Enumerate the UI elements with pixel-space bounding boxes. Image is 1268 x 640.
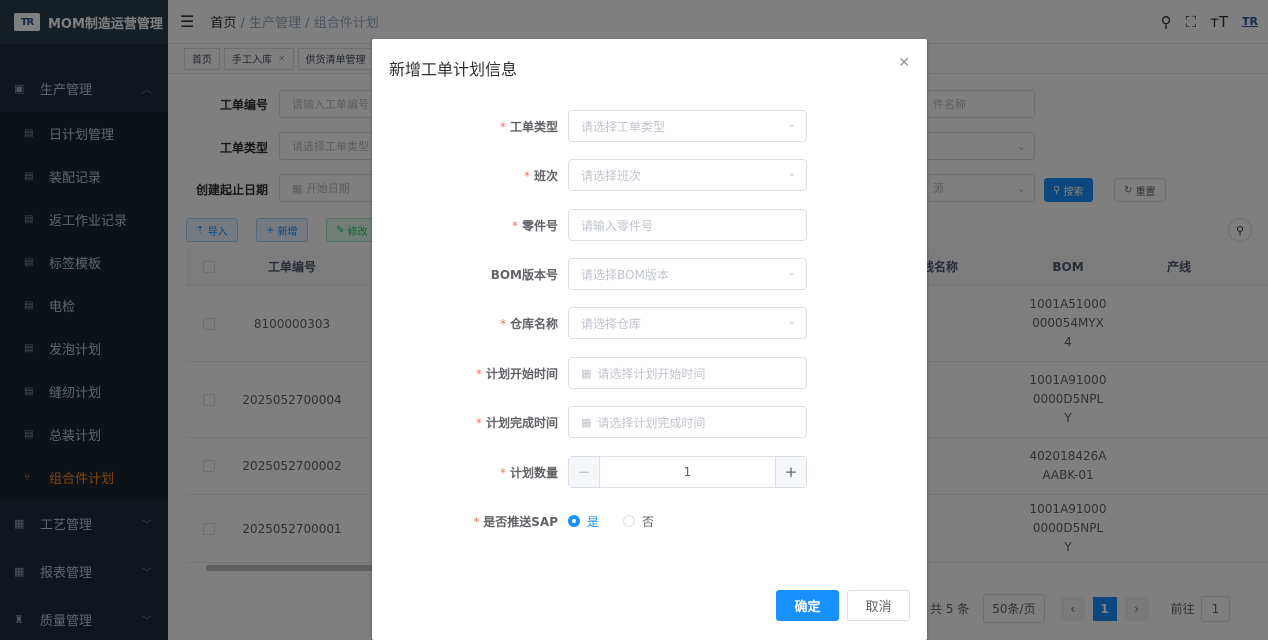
form-row-plan-start: * 计划开始时间 ▦ 请选择计划开始时间 — [372, 357, 927, 389]
required-mark: * — [499, 465, 506, 480]
plan-start-datepicker[interactable]: ▦ 请选择计划开始时间 — [568, 357, 807, 389]
bom-version-label: BOM版本号 — [490, 267, 558, 282]
chevron-down-icon: ⌄ — [787, 168, 796, 179]
required-mark: * — [499, 316, 506, 331]
required-mark: * — [475, 366, 482, 381]
plan-qty-input[interactable]: 1 — [600, 465, 775, 479]
dialog-title: 新增工单计划信息 — [389, 60, 518, 79]
plan-end-datepicker[interactable]: ▦ 请选择计划完成时间 — [568, 406, 807, 438]
form-row-plan-end: * 计划完成时间 ▦ 请选择计划完成时间 — [372, 406, 927, 438]
part-no-input[interactable]: 请输入零件号 — [568, 209, 807, 241]
calendar-icon: ▦ — [581, 415, 592, 429]
chevron-down-icon: ⌄ — [787, 119, 796, 130]
required-mark: * — [523, 168, 530, 183]
chevron-down-icon: ⌄ — [787, 267, 796, 278]
shift-label: 班次 — [533, 168, 558, 183]
push-sap-yes-radio[interactable]: 是 — [568, 513, 599, 530]
form-row-warehouse: * 仓库名称 请选择仓库 ⌄ — [372, 307, 927, 339]
increment-button[interactable]: + — [775, 457, 806, 487]
form-row-part-no: * 零件号 请输入零件号 — [372, 209, 927, 241]
order-type-label: 工单类型 — [509, 119, 558, 134]
decrement-button[interactable]: − — [569, 457, 600, 487]
close-icon[interactable]: ✕ — [898, 55, 910, 71]
form-row-bom-version: BOM版本号 请选择BOM版本 ⌄ — [372, 258, 927, 290]
plan-qty-label: 计划数量 — [509, 465, 558, 480]
required-mark: * — [511, 218, 518, 233]
form-row-shift: * 班次 请选择班次 ⌄ — [372, 159, 927, 191]
cancel-button[interactable]: 取消 — [847, 590, 910, 621]
order-type-select[interactable]: 请选择工单类型 ⌄ — [568, 110, 807, 142]
warehouse-label: 仓库名称 — [509, 316, 558, 331]
plan-qty-stepper: − 1 + — [568, 456, 807, 488]
push-sap-no-radio[interactable]: 否 — [623, 513, 654, 530]
required-mark: * — [473, 514, 480, 529]
warehouse-select[interactable]: 请选择仓库 ⌄ — [568, 307, 807, 339]
push-sap-label: 是否推送SAP — [483, 514, 558, 529]
confirm-button[interactable]: 确定 — [776, 590, 839, 621]
form-row-order-type: * 工单类型 请选择工单类型 ⌄ — [372, 110, 927, 142]
bom-version-select[interactable]: 请选择BOM版本 ⌄ — [568, 258, 807, 290]
chevron-down-icon: ⌄ — [787, 316, 796, 327]
required-mark: * — [475, 415, 482, 430]
shift-select[interactable]: 请选择班次 ⌄ — [568, 159, 807, 191]
plan-start-label: 计划开始时间 — [485, 366, 558, 381]
part-no-label: 零件号 — [521, 218, 558, 233]
required-mark: * — [499, 119, 506, 134]
calendar-icon: ▦ — [581, 366, 592, 380]
form-row-push-sap: * 是否推送SAP 是 否 — [372, 505, 927, 537]
form-row-plan-qty: * 计划数量 − 1 + — [372, 456, 927, 488]
add-work-order-dialog: 新增工单计划信息 ✕ * 工单类型 请选择工单类型 ⌄ * 班次 请选择班次 ⌄ * 零件… — [372, 39, 927, 640]
plan-end-label: 计划完成时间 — [485, 415, 558, 430]
